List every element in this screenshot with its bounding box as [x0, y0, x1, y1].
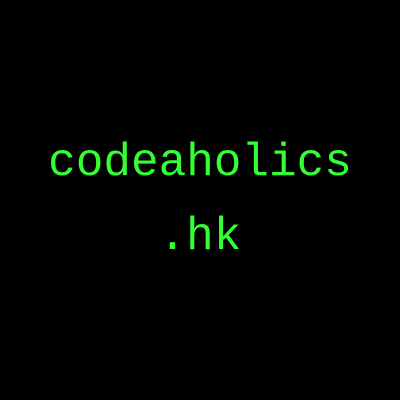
- logo-wordmark-line-1: codeaholics: [48, 137, 352, 189]
- logo-wordmark-line-2: .hk: [158, 211, 242, 263]
- logo-canvas: codeaholics .hk: [0, 0, 400, 400]
